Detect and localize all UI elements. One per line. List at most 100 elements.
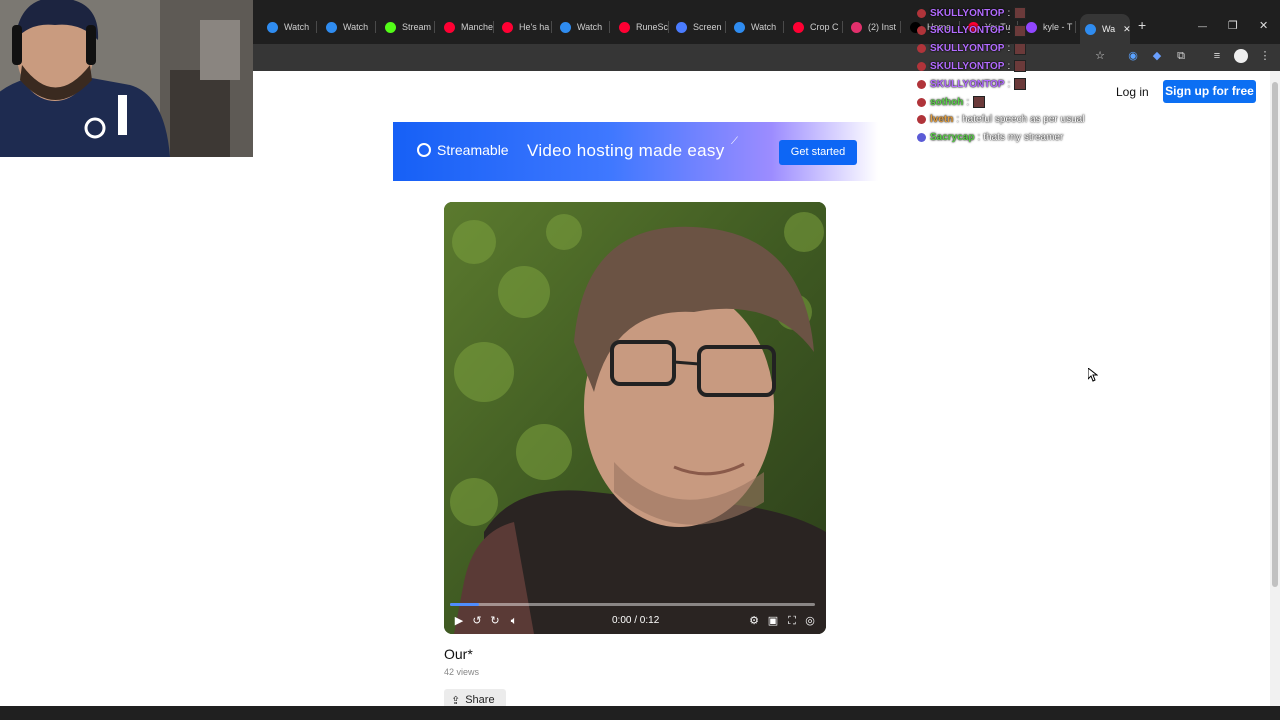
mouse-cursor-icon: [1088, 368, 1098, 382]
forward-icon[interactable]: ↻: [488, 614, 502, 628]
youtube-icon: [502, 21, 513, 33]
promo-banner[interactable]: Streamable Video hosting made easy ⟋ Get…: [393, 122, 878, 181]
volume-icon[interactable]: 🔈︎: [507, 614, 521, 628]
profile-avatar-icon[interactable]: [1234, 49, 1248, 63]
browser-tab[interactable]: Watch: [321, 17, 376, 37]
video-player[interactable]: ▶ ↺ ↻ 🔈︎ 0:00 / 0:12 ⚙ ▣ ⛶ ◎: [444, 202, 826, 634]
play-icon[interactable]: ▶: [452, 614, 466, 628]
tab-separator: [316, 21, 317, 33]
video-progress-bar[interactable]: [450, 603, 815, 606]
browser-tab[interactable]: kyle - T: [1021, 17, 1076, 37]
browser-tab[interactable]: RuneSc: [614, 17, 669, 37]
chat-colon: :: [1007, 43, 1011, 55]
chat-message: Sacrycap: thats my streamer: [917, 130, 1063, 146]
streamable-icon: [560, 21, 571, 33]
browser-tab-label: Watch: [751, 22, 777, 32]
video-progress-fill: [450, 603, 480, 606]
youtube-icon: [444, 21, 455, 33]
browser-tab-label: Manche: [461, 22, 494, 32]
chat-username: Sacrycap: [930, 132, 975, 144]
close-window-button[interactable]: ✕: [1259, 19, 1268, 32]
browser-tab[interactable]: Manche: [439, 17, 494, 37]
restore-button[interactable]: ❐: [1228, 19, 1238, 32]
chat-message: SKULLYONTOP:: [917, 5, 1027, 21]
video-frame: [444, 202, 826, 634]
streamable-logo-icon: [417, 143, 431, 157]
media-cast-icon[interactable]: ◉: [1126, 49, 1140, 63]
tab-separator: [1075, 21, 1076, 33]
webcam-overlay: [0, 0, 253, 157]
settings-gear-icon[interactable]: ⚙: [747, 614, 761, 628]
tab-separator: [668, 21, 669, 33]
chat-colon: :: [956, 114, 960, 126]
picture-in-picture-icon[interactable]: ▣: [766, 614, 780, 628]
browser-tab-label: Watch: [284, 22, 310, 32]
browser-menu-icon[interactable]: ⋮: [1258, 49, 1272, 63]
chat-emote-icon: [973, 96, 986, 108]
browser-tab[interactable]: Crop C: [788, 17, 843, 37]
chat-colon: :: [1007, 78, 1011, 90]
screen-bottom-edge: [0, 706, 1280, 720]
browser-tab-label: Watch: [577, 22, 603, 32]
signup-button[interactable]: Sign up for free: [1163, 80, 1256, 103]
chat-badge-icon: [917, 8, 926, 18]
browser-tab-label: (2) Inst: [868, 22, 897, 32]
browser-tab-label: Stream: [402, 22, 432, 32]
chat-emote-icon: [1014, 42, 1027, 55]
chat-message: SKULLYONTOP:: [917, 41, 1027, 57]
browser-tab[interactable]: Watch: [262, 17, 317, 37]
browser-tab-label: RuneSc: [636, 22, 669, 32]
share-icon: ⇪: [451, 694, 461, 707]
chat-text: thats my streamer: [983, 132, 1064, 144]
tab-separator: [375, 21, 376, 33]
fullscreen-icon[interactable]: ⛶: [785, 614, 799, 628]
chat-message: sothoh:: [917, 94, 986, 110]
bookmark-star-icon[interactable]: ☆: [1093, 49, 1107, 63]
browser-tab[interactable]: (2) Inst: [846, 17, 901, 37]
browser-tab[interactable]: He's ha: [497, 17, 552, 37]
extensions-puzzle-icon[interactable]: ⧉: [1174, 49, 1188, 63]
video-title: Our*: [444, 646, 473, 662]
browser-tab[interactable]: Watch: [555, 17, 610, 37]
chat-username: SKULLYONTOP: [930, 60, 1005, 72]
chat-colon: :: [977, 132, 981, 144]
chat-badge-icon: [917, 97, 926, 107]
tab-separator: [783, 21, 784, 33]
tab-separator: [551, 21, 552, 33]
chat-colon: :: [966, 96, 970, 108]
get-started-button[interactable]: Get started: [779, 140, 857, 165]
browser-tab-label: kyle - T: [1043, 22, 1073, 32]
chat-badge-icon: [917, 26, 926, 36]
streamable-watermark-icon[interactable]: ◎: [803, 614, 817, 628]
browser-tab-label: He's ha: [519, 22, 550, 32]
chat-username: SKULLYONTOP: [930, 78, 1005, 90]
scrollbar-thumb[interactable]: [1272, 82, 1278, 587]
new-tab-button[interactable]: +: [1138, 17, 1146, 33]
tab-separator: [493, 21, 494, 33]
login-link[interactable]: Log in: [1116, 82, 1149, 102]
browser-tab[interactable]: Stream: [380, 17, 435, 37]
view-count: 42 views: [444, 667, 480, 677]
browser-tab[interactable]: Watch: [729, 17, 784, 37]
instagram-icon: [851, 21, 862, 33]
kick-icon: [385, 21, 396, 33]
minimize-button[interactable]: —: [1198, 21, 1207, 31]
extension-shield-icon[interactable]: ◆: [1150, 49, 1164, 63]
close-tab-icon[interactable]: ✕: [1123, 24, 1130, 35]
streamable-icon: [267, 21, 278, 33]
chat-text: hateful speech as per usual: [962, 114, 1085, 126]
brand-name: Streamable: [437, 142, 509, 158]
sparkle-icon: ⟋: [731, 136, 738, 147]
rewind-icon[interactable]: ↺: [470, 614, 484, 628]
browser-tab-label: Screen: [693, 22, 722, 32]
chat-emote-icon: [1014, 78, 1027, 91]
browser-tab-label: Wa: [1102, 24, 1116, 34]
chat-username: lvetn: [930, 114, 954, 126]
browser-tab[interactable]: Screen: [671, 17, 726, 37]
youtube-icon: [619, 21, 630, 33]
browser-tab[interactable]: Wa ✕: [1080, 14, 1130, 44]
media-controls-icon[interactable]: ≡: [1210, 49, 1224, 63]
chat-message: SKULLYONTOP:: [917, 76, 1027, 92]
screenshot-icon: [676, 21, 687, 33]
chat-emote-icon: [1014, 7, 1027, 19]
